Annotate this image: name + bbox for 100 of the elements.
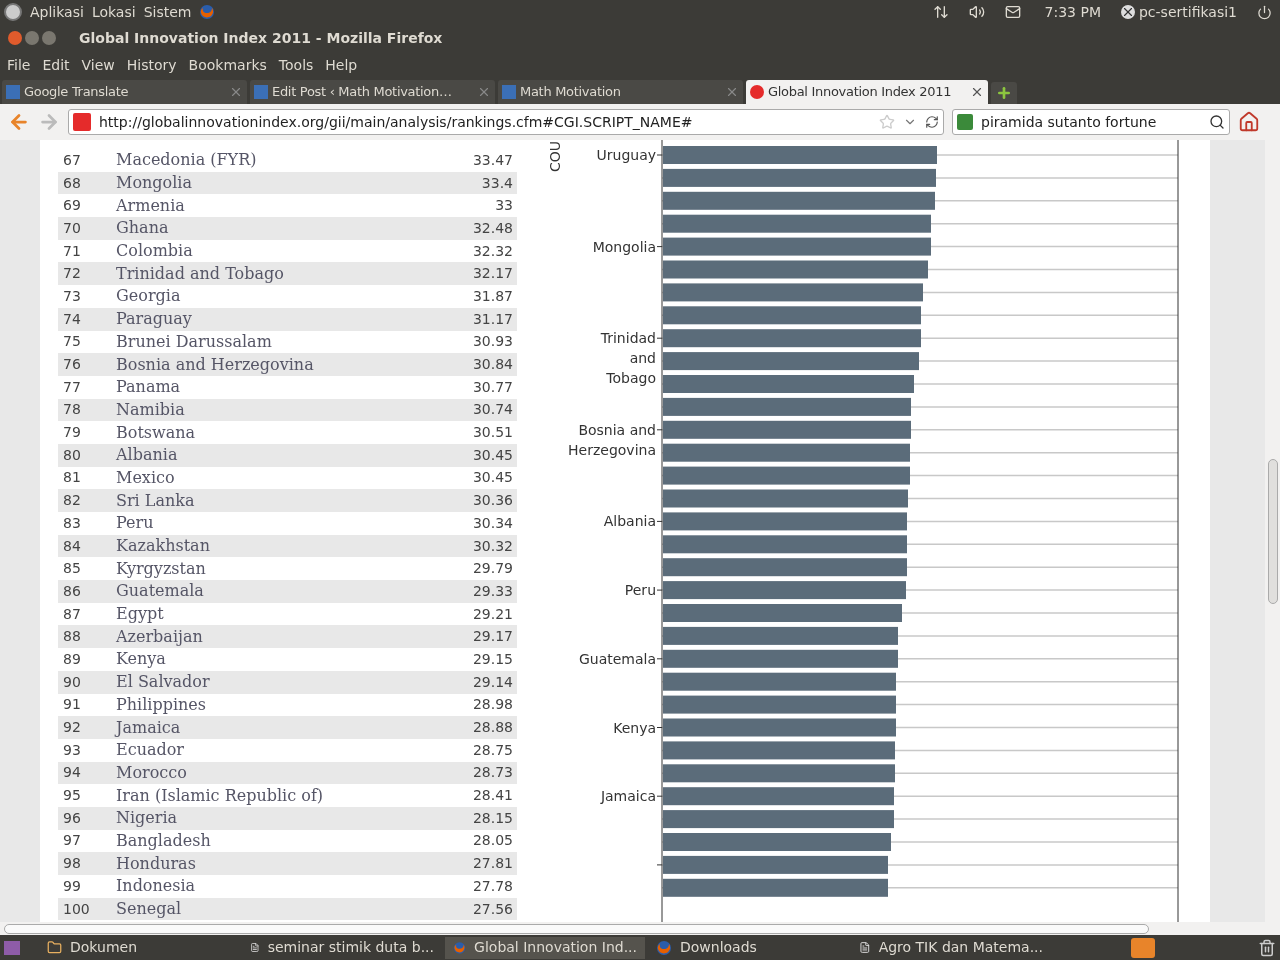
rank-cell-text: 87 xyxy=(63,604,82,624)
menu-item[interactable]: Edit xyxy=(37,54,75,76)
menu-item[interactable]: History xyxy=(121,54,182,76)
clock[interactable]: 7:33 PM xyxy=(1044,1,1101,23)
rank-cell-text: 78 xyxy=(63,400,82,420)
browser-tab[interactable]: Math Motivation xyxy=(498,80,743,104)
axis-label: Uruguay xyxy=(596,147,656,163)
rank-cell-text: 79 xyxy=(63,423,82,443)
country-cell-text: Bangladesh xyxy=(116,829,212,852)
country-cell-text: Macedonia (FYR) xyxy=(116,149,258,172)
network-icon[interactable] xyxy=(932,4,949,20)
country-cell-text: Georgia xyxy=(116,285,182,308)
score-cell-text: 28.15 xyxy=(472,808,513,828)
score-cell-text: 30.51 xyxy=(472,423,513,443)
country-cell-text: Bosnia and Herzegovina xyxy=(116,353,315,376)
rank-cell-text: 86 xyxy=(63,581,82,601)
horizontal-scrollbar[interactable] xyxy=(0,922,1280,935)
favicon-icon xyxy=(254,85,268,99)
browser-tab[interactable]: Google Translate xyxy=(2,80,247,104)
back-icon[interactable] xyxy=(8,111,30,133)
user-menu[interactable]: pc-sertifikasi1 xyxy=(1120,1,1237,23)
score-cell-text: 29.15 xyxy=(472,649,513,669)
show-desktop-icon[interactable] xyxy=(4,940,20,955)
rank-cell-text: 85 xyxy=(63,559,82,579)
country-cell-text: Indonesia xyxy=(116,875,197,898)
favicon-icon xyxy=(6,85,20,99)
score-cell-text: 29.33 xyxy=(472,581,513,601)
score-cell-text: 27.56 xyxy=(472,899,513,919)
rank-cell-text: 84 xyxy=(63,536,82,556)
score-cell-text: 28.05 xyxy=(472,831,513,851)
menu-item[interactable]: Bookmarks xyxy=(183,54,272,76)
new-tab-button[interactable] xyxy=(991,82,1017,104)
score-cell-text: 30.34 xyxy=(472,513,513,533)
close-icon[interactable] xyxy=(8,31,22,45)
rank-cell-text: 97 xyxy=(63,831,82,851)
address-field[interactable]: http://globalinnovationindex.org/gii/main/analysis/rankings.cfm#CGI.SCRIPT_NAME# xyxy=(68,109,944,135)
rank-cell-text: 69 xyxy=(63,196,82,216)
score-cell-text: 28.98 xyxy=(472,695,513,715)
power-icon[interactable] xyxy=(1257,4,1272,20)
country-cell-text: Iran (Islamic Republic of) xyxy=(116,784,325,807)
menu-item[interactable]: Tools xyxy=(273,54,319,76)
country-cell-text: Guatemala xyxy=(116,580,205,603)
mail-icon[interactable] xyxy=(1004,4,1021,20)
score-cell-text: 28.73 xyxy=(472,763,513,783)
country-cell-text: Panama xyxy=(116,376,182,399)
country-cell-text: Peru xyxy=(116,512,155,535)
country-cell-text: Egypt xyxy=(116,603,165,626)
country-cell-text: Morocco xyxy=(116,761,188,784)
score-cell-text: 30.84 xyxy=(472,355,513,375)
axis-label: Trinidad and Tobago xyxy=(600,330,656,387)
browser-tab[interactable]: Edit Post ‹ Math Motivation… xyxy=(250,80,495,104)
search-field[interactable]: piramida sutanto fortune xyxy=(952,109,1230,135)
rank-cell-text: 80 xyxy=(63,445,82,465)
score-cell-text: 27.81 xyxy=(472,854,513,874)
rank-cell-text: 72 xyxy=(63,264,82,284)
bookmark-star-icon[interactable] xyxy=(879,114,895,130)
country-cell-text: Philippines xyxy=(116,693,207,716)
axis-label: Jamaica xyxy=(600,788,656,805)
country-cell-text: Ecuador xyxy=(116,739,185,762)
score-cell-text: 33.4 xyxy=(481,173,513,193)
score-cell-text: 30.77 xyxy=(472,377,513,397)
home-icon[interactable] xyxy=(1238,111,1260,133)
folder-icon xyxy=(47,940,62,955)
menu-item[interactable]: File xyxy=(2,54,36,76)
close-tab-icon[interactable] xyxy=(970,85,984,99)
panel-menu[interactable]: Lokasi xyxy=(91,1,136,23)
axis-label: Kenya xyxy=(613,719,656,736)
country-cell-text: Brunei Darussalam xyxy=(116,330,273,353)
country-cell-text: Azerbaijan xyxy=(116,625,204,648)
panel-menu[interactable]: Aplikasi xyxy=(30,1,84,23)
rank-cell-text: 90 xyxy=(63,672,82,692)
browser-tab[interactable]: Global Innovation Index 2011 xyxy=(746,80,988,104)
search-icon[interactable] xyxy=(1209,114,1225,130)
country-cell-text: Albania xyxy=(116,444,179,467)
favicon-icon xyxy=(502,85,516,99)
rank-cell-text: 70 xyxy=(63,218,82,238)
minimize-icon[interactable] xyxy=(25,31,39,45)
axis-label: Mongolia xyxy=(592,238,656,255)
trash-icon[interactable] xyxy=(1258,938,1276,957)
score-cell-text: 30.93 xyxy=(472,332,513,352)
country-cell-text: Mexico xyxy=(116,466,176,489)
score-cell-text: 28.75 xyxy=(472,740,513,760)
rank-cell-text: 76 xyxy=(63,355,82,375)
rank-cell-text: 98 xyxy=(63,854,82,874)
country-cell-text: Honduras xyxy=(116,852,197,875)
score-cell-text: 33.47 xyxy=(472,150,513,170)
document-icon xyxy=(859,940,871,955)
taskbar-button[interactable]: Global Innovation Ind... xyxy=(445,936,645,959)
score-cell-text: 30.45 xyxy=(472,445,513,465)
volume-icon[interactable] xyxy=(968,4,985,20)
score-cell-text: 32.32 xyxy=(472,241,513,261)
reload-icon[interactable] xyxy=(925,115,939,129)
menu-item[interactable]: Help xyxy=(320,54,363,76)
menu-item[interactable]: View xyxy=(76,54,120,76)
rank-cell-text: 82 xyxy=(63,491,82,511)
maximize-icon[interactable] xyxy=(42,31,56,45)
panel-menu[interactable]: Sistem xyxy=(143,1,192,23)
score-cell-text: 31.87 xyxy=(472,286,513,306)
rank-cell-text: 96 xyxy=(63,808,82,828)
rank-cell-text: 81 xyxy=(63,468,82,488)
